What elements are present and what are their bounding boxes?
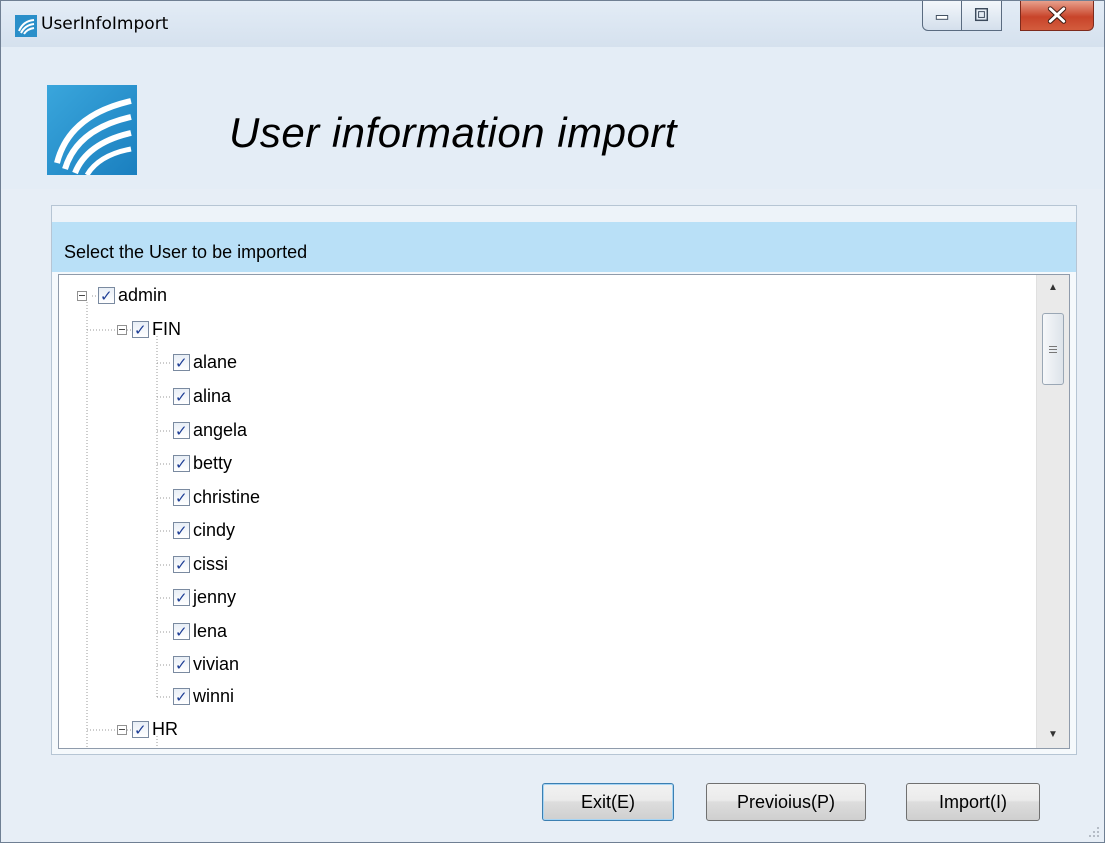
tree-node[interactable]: ✓ vivian [59, 654, 659, 676]
scroll-up-button[interactable]: ▲ [1037, 275, 1069, 301]
tree-node-label: cissi [193, 554, 228, 574]
scroll-grip-line [1049, 346, 1057, 347]
tree-node[interactable]: ✓ angela [59, 420, 659, 442]
exit-button[interactable]: Exit(E) [542, 783, 674, 821]
tree-node-checkbox[interactable]: ✓ [173, 489, 190, 506]
tree-node-checkbox[interactable]: ✓ [132, 321, 149, 338]
vertical-scrollbar[interactable]: ▲ ▼ [1036, 275, 1069, 748]
checkmark-icon: ✓ [175, 489, 188, 507]
tree-node[interactable]: ✓ HR [59, 719, 659, 741]
app-wave-icon [15, 15, 37, 37]
scroll-thumb[interactable] [1042, 313, 1064, 385]
tree-node-label: alane [193, 352, 238, 372]
tree-node-label: angela [193, 420, 248, 440]
scroll-down-button[interactable]: ▼ [1037, 722, 1069, 748]
scroll-grip-line [1049, 352, 1057, 353]
tree-node[interactable]: ✓ betty [59, 453, 659, 475]
tree-node[interactable]: ✓ jenny [59, 587, 659, 609]
tree-node-checkbox[interactable]: ✓ [173, 688, 190, 705]
tree-node[interactable]: ✓ admin [59, 285, 659, 307]
window: UserInfoImport User information import S… [0, 0, 1105, 843]
collapse-toggle-icon[interactable] [117, 325, 127, 335]
close-button[interactable] [1020, 1, 1094, 31]
tree-node[interactable]: ✓ christine [59, 487, 659, 509]
import-button[interactable]: Import(I) [906, 783, 1040, 821]
title-bar[interactable]: UserInfoImport [1, 1, 1104, 47]
checkmark-icon: ✓ [175, 354, 188, 372]
checkmark-icon: ✓ [175, 556, 188, 574]
user-selection-panel: Select the User to be imported ✓ admin ✓… [51, 205, 1077, 755]
checkmark-icon: ✓ [175, 388, 188, 406]
checkmark-icon: ✓ [175, 656, 188, 674]
tree-node[interactable]: ✓ FIN [59, 319, 659, 341]
tree-node-checkbox[interactable]: ✓ [173, 623, 190, 640]
tree-node-checkbox[interactable]: ✓ [173, 388, 190, 405]
checkmark-icon: ✓ [175, 455, 188, 473]
scroll-grip-line [1049, 349, 1057, 350]
tree-node[interactable]: ✓ alina [59, 386, 659, 408]
tree-node-checkbox[interactable]: ✓ [173, 422, 190, 439]
panel-label: Select the User to be imported [64, 242, 308, 262]
checkmark-icon: ✓ [100, 287, 113, 305]
tree-node-checkbox[interactable]: ✓ [173, 589, 190, 606]
tree-node-checkbox[interactable]: ✓ [173, 656, 190, 673]
checkmark-icon: ✓ [175, 623, 188, 641]
collapse-toggle-icon[interactable] [77, 291, 87, 301]
maximize-button[interactable] [962, 1, 1002, 31]
page-heading: User information import [229, 109, 677, 156]
tree-node-checkbox[interactable]: ✓ [173, 455, 190, 472]
tree-node-label: winni [193, 686, 235, 706]
panel-top-strip [52, 206, 1076, 222]
tree-node[interactable]: ✓ cissi [59, 554, 659, 576]
tree-node-label: lena [193, 621, 228, 641]
tree-node-label: jenny [193, 587, 237, 607]
close-icon [1047, 6, 1067, 24]
checkmark-icon: ✓ [134, 321, 147, 339]
minimize-icon [935, 15, 949, 20]
tree-connector-lines [86, 295, 172, 748]
tree-node[interactable]: ✓ alane [59, 352, 659, 374]
tree-node[interactable]: ✓ winni [59, 686, 659, 708]
tree-node-label: FIN [152, 319, 181, 339]
checkmark-icon: ✓ [175, 522, 188, 540]
previous-button[interactable]: Previoius(P) [706, 783, 866, 821]
collapse-toggle-icon[interactable] [117, 725, 127, 735]
tree-node-label: cindy [193, 520, 236, 540]
checkmark-icon: ✓ [175, 422, 188, 440]
checkmark-icon: ✓ [175, 688, 188, 706]
tree-node[interactable]: ✓ lena [59, 621, 659, 643]
tree-node-checkbox[interactable]: ✓ [173, 556, 190, 573]
minimize-button[interactable] [922, 1, 962, 31]
tree-node-checkbox[interactable]: ✓ [173, 522, 190, 539]
tree-node-label: admin [118, 285, 168, 305]
tree-node-label: HR [152, 719, 178, 739]
checkmark-icon: ✓ [175, 589, 188, 607]
tree-node-label: christine [193, 487, 261, 507]
window-title: UserInfoImport [41, 14, 169, 34]
tree-node[interactable]: ✓ cindy [59, 520, 659, 542]
wave-logo-icon [47, 85, 137, 175]
maximize-icon [974, 8, 989, 22]
tree-node-label: alina [193, 386, 232, 406]
checkmark-icon: ✓ [134, 721, 147, 739]
tree-node-checkbox[interactable]: ✓ [98, 287, 115, 304]
tree-node-label: vivian [193, 654, 240, 674]
tree-node-checkbox[interactable]: ✓ [132, 721, 149, 738]
tree-node-label: betty [193, 453, 233, 473]
tree-node-checkbox[interactable]: ✓ [173, 354, 190, 371]
user-tree[interactable]: ✓ admin ✓ FIN ✓ alane ✓ alina ✓ angela ✓ betty ✓ chri… [58, 274, 1070, 749]
resize-grip-icon[interactable] [1086, 824, 1100, 838]
